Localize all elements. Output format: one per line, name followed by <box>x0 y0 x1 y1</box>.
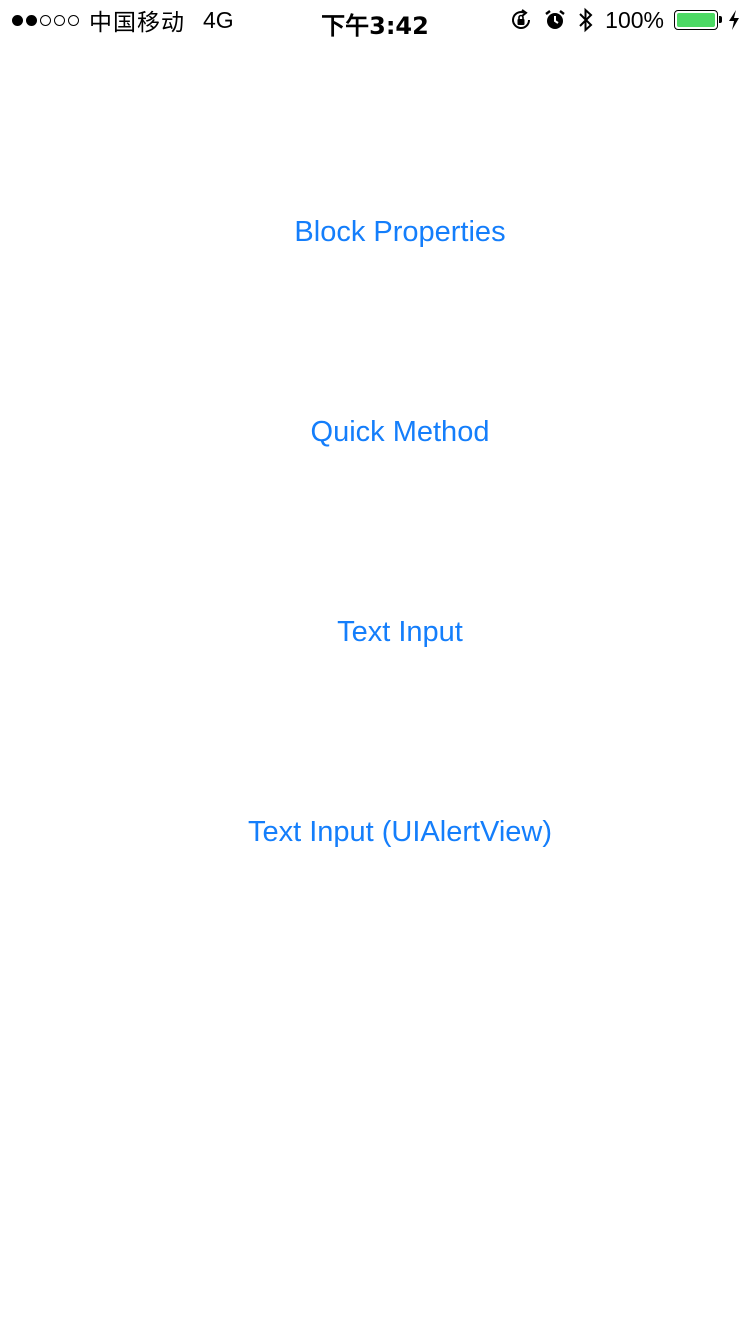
battery-fill <box>677 13 715 27</box>
status-left: 中国移动 4G <box>12 6 234 36</box>
signal-dot <box>12 14 23 26</box>
carrier-name: 中国移动 <box>89 10 185 36</box>
app-screen: 中国移动 4G 下午3:42 100% Block Properties Qui… <box>0 0 750 1334</box>
battery-icon <box>674 10 722 30</box>
alarm-icon <box>543 8 567 32</box>
signal-dot <box>68 14 79 26</box>
signal-dot <box>40 14 51 26</box>
network-type: 4G <box>203 6 234 33</box>
battery-nub <box>719 16 722 23</box>
text-input-button[interactable]: Text Input <box>50 601 750 661</box>
block-properties-button[interactable]: Block Properties <box>50 201 750 261</box>
quick-method-button[interactable]: Quick Method <box>50 401 750 461</box>
orientation-lock-icon <box>509 8 533 32</box>
status-bar: 中国移动 4G 下午3:42 100% <box>0 0 750 40</box>
bluetooth-icon <box>577 7 595 33</box>
status-right: 100% <box>509 6 740 34</box>
charging-bolt-icon <box>728 9 740 31</box>
signal-dot <box>54 14 65 26</box>
signal-dot <box>26 14 37 26</box>
battery-percentage: 100% <box>605 6 664 33</box>
signal-strength-icon <box>12 14 79 26</box>
text-input-uialertview-button[interactable]: Text Input (UIAlertView) <box>50 801 750 861</box>
